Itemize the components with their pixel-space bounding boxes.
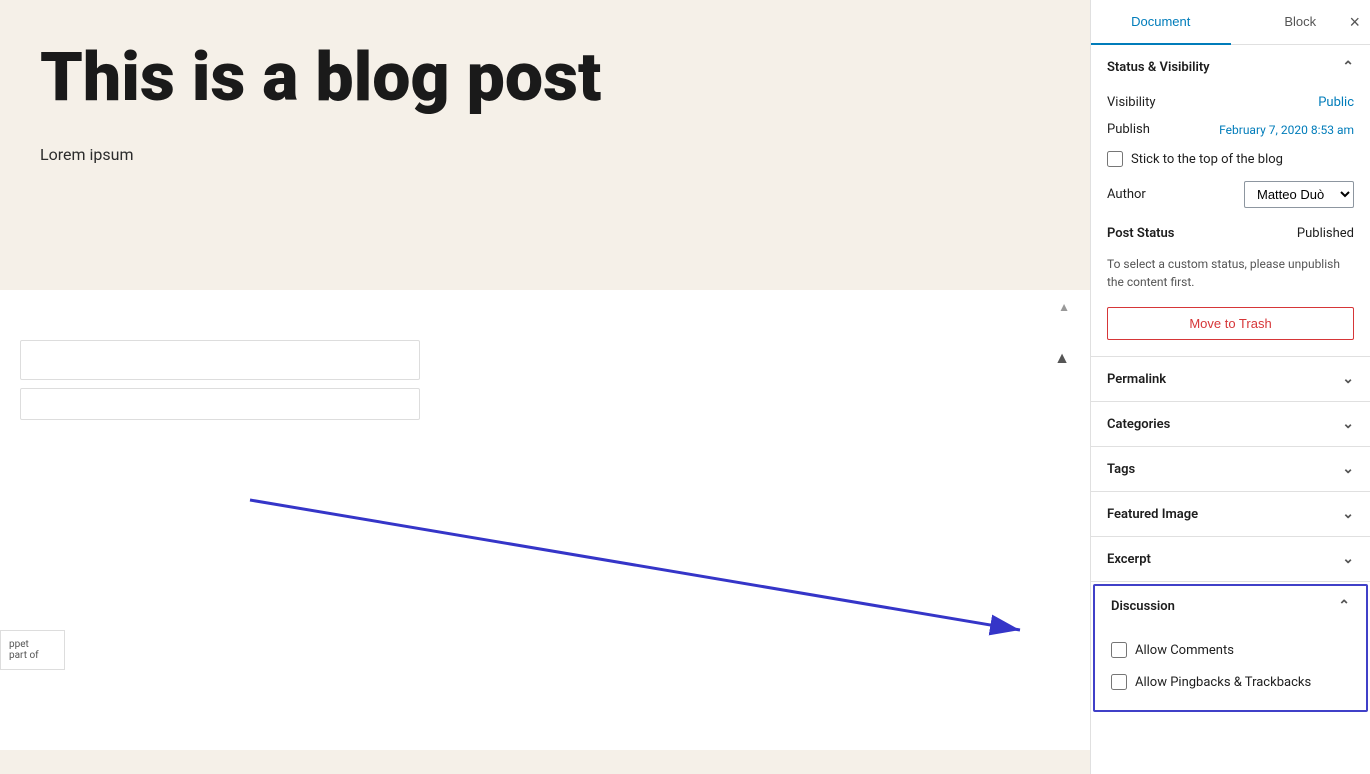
discussion-header[interactable]: Discussion ⌃ — [1095, 586, 1366, 626]
featured-image-header[interactable]: Featured Image ⌄ — [1091, 492, 1370, 536]
visibility-label: Visibility — [1107, 95, 1156, 110]
sidebar-tabs: Document Block × — [1091, 0, 1370, 45]
categories-chevron-icon: ⌄ — [1342, 416, 1354, 432]
post-status-label: Post Status — [1107, 226, 1175, 241]
close-sidebar-button[interactable]: × — [1349, 13, 1360, 31]
author-label: Author — [1107, 187, 1146, 202]
visibility-value[interactable]: Public — [1318, 95, 1354, 110]
categories-label: Categories — [1107, 417, 1170, 432]
publish-label: Publish — [1107, 122, 1150, 137]
featured-image-chevron-icon: ⌄ — [1342, 506, 1354, 522]
status-visibility-content: Visibility Public Publish February 7, 20… — [1091, 89, 1370, 356]
editor-input-line-2[interactable] — [20, 388, 420, 420]
section-featured-image: Featured Image ⌄ — [1091, 492, 1370, 537]
move-to-trash-button[interactable]: Move to Trash — [1107, 307, 1354, 340]
snippet-line-2: part of — [9, 650, 56, 661]
featured-image-label: Featured Image — [1107, 507, 1198, 522]
discussion-content: Allow Comments Allow Pingbacks & Trackba… — [1095, 626, 1366, 710]
post-status-row: Post Status Published — [1107, 214, 1354, 247]
custom-status-note: To select a custom status, please unpubl… — [1107, 247, 1354, 299]
visibility-row: Visibility Public — [1107, 89, 1354, 116]
allow-comments-label: Allow Comments — [1135, 643, 1234, 658]
publish-value[interactable]: February 7, 2020 8:53 am — [1219, 123, 1354, 137]
stick-to-top-row: Stick to the top of the blog — [1107, 143, 1354, 175]
author-select[interactable]: Matteo Duò — [1244, 181, 1354, 208]
tags-chevron-icon: ⌄ — [1342, 461, 1354, 477]
scroll-indicator: ▲ — [1058, 300, 1070, 314]
section-categories: Categories ⌄ — [1091, 402, 1370, 447]
hero-area: This is a blog post Lorem ipsum — [0, 0, 1090, 290]
discussion-label: Discussion — [1111, 599, 1175, 614]
allow-comments-row: Allow Comments — [1111, 634, 1350, 666]
author-row: Author Matteo Duò — [1107, 175, 1354, 214]
categories-header[interactable]: Categories ⌄ — [1091, 402, 1370, 446]
snippet-box: ppet part of — [0, 630, 65, 670]
excerpt-chevron-icon: ⌄ — [1342, 551, 1354, 567]
sidebar-panel: Document Block × Status & Visibility ⌃ V… — [1090, 0, 1370, 774]
snippet-line-1: ppet — [9, 639, 56, 650]
collapse-button[interactable]: ▲ — [1054, 350, 1070, 368]
status-visibility-header[interactable]: Status & Visibility ⌃ — [1091, 45, 1370, 89]
lorem-ipsum-text: Lorem ipsum — [40, 145, 1050, 164]
section-permalink: Permalink ⌄ — [1091, 357, 1370, 402]
allow-pingbacks-label: Allow Pingbacks & Trackbacks — [1135, 675, 1311, 690]
section-discussion: Discussion ⌃ Allow Comments Allow Pingba… — [1093, 584, 1368, 712]
editor-block — [20, 340, 1070, 420]
permalink-header[interactable]: Permalink ⌄ — [1091, 357, 1370, 401]
annotation-arrow — [200, 470, 1080, 670]
allow-pingbacks-row: Allow Pingbacks & Trackbacks — [1111, 666, 1350, 698]
allow-pingbacks-checkbox[interactable] — [1111, 674, 1127, 690]
editor-input-line-1[interactable] — [20, 340, 420, 380]
blog-post-title: This is a blog post — [40, 40, 1050, 115]
section-excerpt: Excerpt ⌄ — [1091, 537, 1370, 582]
stick-to-top-checkbox[interactable] — [1107, 151, 1123, 167]
post-status-value: Published — [1297, 226, 1354, 241]
permalink-label: Permalink — [1107, 372, 1166, 387]
content-edit-area[interactable]: ▲ ▲ ppet part of — [0, 290, 1090, 750]
chevron-up-icon: ⌃ — [1342, 59, 1354, 75]
stick-to-top-label: Stick to the top of the blog — [1131, 152, 1283, 167]
tags-label: Tags — [1107, 462, 1135, 477]
excerpt-header[interactable]: Excerpt ⌄ — [1091, 537, 1370, 581]
section-tags: Tags ⌄ — [1091, 447, 1370, 492]
publish-row: Publish February 7, 2020 8:53 am — [1107, 116, 1354, 143]
excerpt-label: Excerpt — [1107, 552, 1151, 567]
section-status-visibility: Status & Visibility ⌃ Visibility Public … — [1091, 45, 1370, 357]
tags-header[interactable]: Tags ⌄ — [1091, 447, 1370, 491]
allow-comments-checkbox[interactable] — [1111, 642, 1127, 658]
permalink-chevron-icon: ⌄ — [1342, 371, 1354, 387]
discussion-chevron-icon: ⌃ — [1338, 598, 1350, 614]
main-content-area: This is a blog post Lorem ipsum ▲ ▲ ppet… — [0, 0, 1090, 774]
status-visibility-label: Status & Visibility — [1107, 60, 1210, 75]
tab-document[interactable]: Document — [1091, 0, 1231, 45]
